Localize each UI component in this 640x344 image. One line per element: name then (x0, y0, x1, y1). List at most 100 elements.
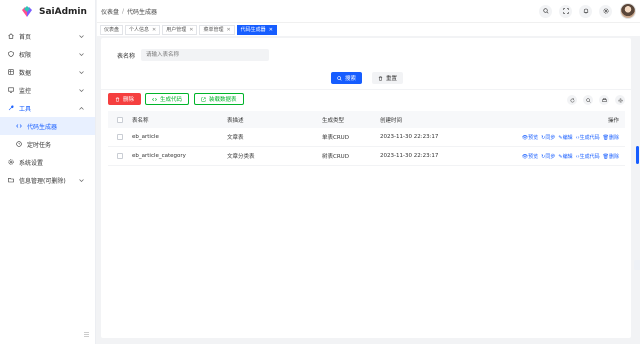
cell-table-desc: 文章分类表 (227, 154, 255, 160)
user-avatar[interactable] (620, 3, 636, 19)
op-label: 编辑 (562, 153, 573, 160)
op-label: 同步 (545, 153, 556, 160)
delete-button[interactable]: 删除 (108, 93, 142, 105)
sidebar-item-data[interactable]: 数据 (0, 63, 95, 81)
brand-name: SaiAdmin (39, 7, 87, 17)
generate-code-link[interactable]: ‹›生成代码 (576, 153, 600, 160)
tab-menu-management[interactable]: 菜单管理 ✕ (199, 24, 235, 35)
op-label: 生成代码 (579, 134, 600, 141)
main-content: 表名称 搜索 重置 删除 生成代码 装载数据表 (101, 38, 631, 338)
chevron-down-icon (79, 178, 84, 182)
reset-button[interactable]: 重置 (372, 72, 404, 84)
table-header: 表名称 表描述 生成类型 创建时间 操作 (108, 111, 625, 128)
breadcrumb-item[interactable]: 仪表盘 (101, 7, 119, 16)
load-table-label: 装载数据表 (209, 97, 237, 103)
row-checkbox[interactable] (117, 134, 123, 140)
sidebar-item-monitor[interactable]: 监控 (0, 81, 95, 99)
generate-code-label: 生成代码 (160, 97, 183, 103)
tool-icon (8, 105, 14, 111)
refresh-button[interactable] (567, 95, 577, 105)
tab-label: 代码生成器 (240, 27, 266, 33)
column-settings-button[interactable] (615, 95, 625, 105)
chevron-down-icon (79, 52, 84, 56)
print-button[interactable] (599, 95, 609, 105)
tab-label: 仪表盘 (104, 27, 120, 33)
cell-gen-type: 树表CRUD (322, 154, 349, 160)
sidebar-item-tools[interactable]: 工具 (0, 99, 95, 117)
folder-icon (8, 177, 14, 183)
search-icon (337, 75, 342, 81)
preview-link[interactable]: 👁预览 (522, 134, 538, 141)
sidebar-item-label: 代码生成器 (27, 123, 58, 131)
scrollbar[interactable] (636, 146, 639, 164)
row-checkbox[interactable] (117, 153, 123, 159)
op-label: 删除 (608, 134, 619, 141)
tab-code-generator[interactable]: 代码生成器 ✕ (236, 24, 277, 35)
column-header: 生成类型 (322, 117, 345, 124)
cell-created-at: 2023-11-30 22:23:17 (380, 134, 439, 140)
settings-button[interactable] (599, 4, 612, 18)
preview-link[interactable]: 👁预览 (522, 153, 538, 160)
shield-icon (8, 51, 14, 57)
sidebar-item-label: 监控 (19, 87, 32, 95)
sidebar-menu: 首页 权限 数据 监控 工具 代码生成器 定时任务 系统设置 信息管理(可删除) (0, 27, 95, 189)
tab-dashboard[interactable]: 仪表盘 (100, 24, 124, 35)
sidebar-item-scheduled-tasks[interactable]: 定时任务 (0, 135, 95, 153)
breadcrumb-item: 代码生成器 (127, 8, 158, 16)
trash-icon (115, 96, 120, 102)
bell-icon (583, 8, 588, 14)
notification-button[interactable] (579, 4, 592, 18)
search-label: 表名称 (117, 52, 136, 60)
divider (101, 89, 631, 90)
fullscreen-button[interactable] (559, 4, 572, 18)
brand[interactable]: SaiAdmin (0, 0, 95, 24)
close-icon[interactable]: ✕ (226, 27, 230, 33)
gear-icon (617, 97, 623, 103)
code-icon (16, 123, 22, 129)
delete-link[interactable]: 🗑删除 (603, 153, 619, 160)
sidebar-item-settings[interactable]: 系统设置 (0, 153, 95, 171)
sync-link[interactable]: ↻同步 (541, 153, 555, 160)
sidebar-item-home[interactable]: 首页 (0, 27, 95, 45)
table-name-input[interactable] (141, 49, 270, 61)
clock-icon (16, 141, 22, 147)
generate-code-button[interactable]: 生成代码 (145, 93, 190, 105)
delete-button-label: 删除 (123, 97, 135, 103)
delete-link[interactable]: 🗑删除 (603, 134, 619, 141)
sidebar-item-permissions[interactable]: 权限 (0, 45, 95, 63)
op-label: 预览 (528, 153, 539, 160)
cell-created-at: 2023-11-30 22:23:17 (380, 153, 439, 159)
column-header: 表描述 (227, 117, 244, 124)
sidebar-item-code-generator[interactable]: 代码生成器 (0, 117, 95, 135)
edit-link[interactable]: ✎编辑 (558, 153, 572, 160)
close-icon[interactable]: ✕ (152, 27, 156, 33)
code-icon (152, 97, 157, 102)
search-button[interactable] (539, 4, 552, 18)
search-button[interactable]: 搜索 (331, 72, 363, 84)
sync-link[interactable]: ↻同步 (541, 134, 555, 141)
saiadmin-logo (20, 5, 34, 19)
tab-profile[interactable]: 个人信息 ✕ (125, 24, 161, 35)
op-label: 预览 (528, 134, 539, 141)
import-icon (201, 96, 206, 102)
tab-user-management[interactable]: 用户管理 ✕ (162, 24, 198, 35)
gear-icon (602, 8, 609, 14)
collapse-sidebar-icon[interactable] (83, 331, 90, 338)
search-toggle-button[interactable] (583, 95, 593, 105)
reset-button-label: 重置 (386, 76, 398, 82)
edit-link[interactable]: ✎编辑 (558, 134, 572, 141)
load-table-button[interactable]: 装载数据表 (194, 93, 244, 105)
gear-icon (8, 159, 14, 165)
code-generator-table: 表名称 表描述 生成类型 创建时间 操作 eb_article 文章表 单表CR… (108, 111, 625, 166)
generate-code-link[interactable]: ‹›生成代码 (576, 134, 600, 141)
column-header: 操作 (607, 117, 619, 124)
sidebar-item-info-management[interactable]: 信息管理(可删除) (0, 171, 95, 189)
search-icon (542, 8, 549, 14)
print-icon (601, 97, 607, 102)
close-icon[interactable]: ✕ (189, 27, 193, 33)
side-float-tab[interactable] (634, 260, 640, 270)
select-all-checkbox[interactable] (117, 116, 123, 123)
chevron-down-icon (79, 70, 84, 74)
op-label: 同步 (545, 134, 556, 141)
close-icon[interactable]: ✕ (269, 27, 273, 33)
